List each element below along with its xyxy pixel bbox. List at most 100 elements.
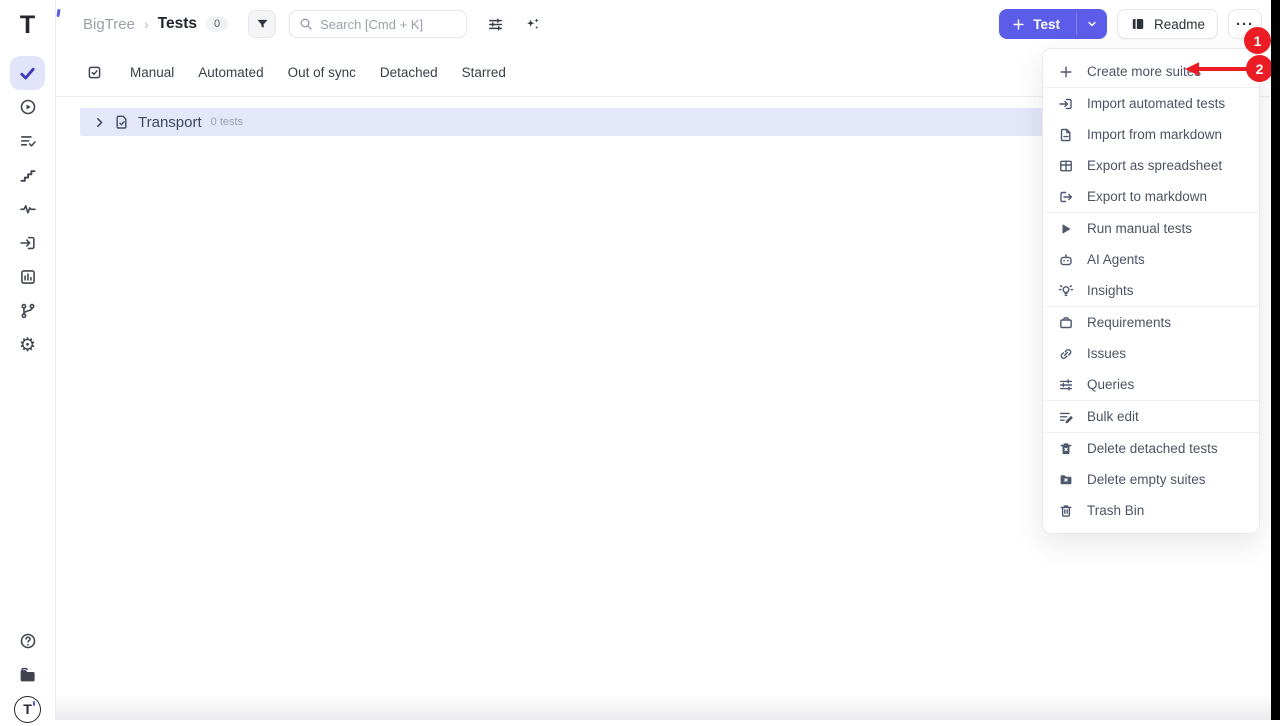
create-test-button[interactable]: Test: [999, 9, 1107, 39]
menu-label: Bulk edit: [1087, 409, 1139, 424]
box-arrow-in-icon: [1058, 96, 1074, 112]
create-test-main[interactable]: Test: [999, 9, 1076, 39]
app-logo[interactable]: T: [0, 8, 55, 42]
expand-chevron-icon[interactable]: [93, 116, 106, 129]
trash-x-icon: [1058, 441, 1074, 457]
sidebar-item-branches[interactable]: [10, 294, 45, 328]
sidebar-item-settings[interactable]: ⚙: [10, 328, 45, 362]
ai-assist-button[interactable]: [524, 16, 541, 33]
suite-doc-icon: [114, 114, 130, 130]
sidebar-item-analytics[interactable]: [10, 260, 45, 294]
menu-item-export-as-spreadsheet[interactable]: Export as spreadsheet: [1043, 150, 1259, 181]
tab-out-of-sync[interactable]: Out of sync: [288, 65, 356, 80]
topbar: BigTree › Tests 0 Test: [56, 0, 1280, 48]
markdown-file-icon: [1058, 127, 1074, 143]
bar-chart-icon: [19, 268, 37, 286]
menu-item-bulk-edit[interactable]: Bulk edit: [1043, 401, 1259, 432]
sidebar: T ⚙: [0, 0, 56, 720]
menu-label: Queries: [1087, 377, 1134, 392]
topbar-actions: Test Readme ···: [999, 9, 1262, 39]
menu-item-delete-empty-suites[interactable]: Delete empty suites: [1043, 464, 1259, 495]
filter-button[interactable]: [248, 10, 276, 38]
suite-row-transport[interactable]: Transport 0 tests: [80, 108, 1042, 136]
funnel-icon: [255, 17, 270, 32]
menu-label: Requirements: [1087, 315, 1171, 330]
menu-label: Export to markdown: [1087, 189, 1207, 204]
git-branch-icon: [19, 302, 37, 320]
search-icon: [298, 16, 314, 32]
spreadsheet-icon: [1058, 158, 1074, 174]
annotation-arrow: [1184, 61, 1248, 77]
sidebar-item-projects[interactable]: [10, 658, 45, 692]
play-circle-icon: [19, 98, 37, 116]
menu-item-export-to-markdown[interactable]: Export to markdown: [1043, 181, 1259, 212]
lightbulb-icon: [1058, 283, 1074, 299]
menu-item-issues[interactable]: Issues: [1043, 338, 1259, 369]
briefcase-icon: [1058, 315, 1074, 331]
avatar-letter: T: [23, 701, 32, 717]
sidebar-item-activity[interactable]: [10, 192, 45, 226]
box-arrow-out-icon: [1058, 189, 1074, 205]
menu-item-ai-agents[interactable]: AI Agents: [1043, 244, 1259, 275]
sidebar-item-tests[interactable]: [10, 56, 45, 90]
menu-label: Import from markdown: [1087, 127, 1222, 142]
select-all-button[interactable]: [86, 64, 103, 81]
screen-edge-strip: [1271, 0, 1280, 720]
select-all-icon: [86, 64, 103, 81]
adjustments-icon: [487, 16, 504, 33]
menu-label: Import automated tests: [1087, 96, 1225, 111]
menu-label: Delete empty suites: [1087, 472, 1206, 487]
menu-label: Insights: [1087, 283, 1134, 298]
menu-item-requirements[interactable]: Requirements: [1043, 307, 1259, 338]
readme-label: Readme: [1154, 17, 1205, 32]
sidebar-bottom: T: [10, 624, 45, 726]
search-input[interactable]: [289, 10, 467, 38]
suite-meta: 0 tests: [211, 116, 243, 128]
folder-x-icon: [1058, 472, 1074, 488]
sidebar-item-help[interactable]: [10, 624, 45, 658]
suite-name: Transport: [138, 114, 202, 131]
breadcrumb-project[interactable]: BigTree: [83, 16, 135, 33]
tab-manual[interactable]: Manual: [130, 65, 174, 80]
breadcrumb: BigTree › Tests 0: [83, 15, 228, 33]
annotation-step-2-badge: 2: [1246, 55, 1273, 82]
account-avatar: T: [14, 696, 41, 723]
sidebar-item-runs[interactable]: [10, 90, 45, 124]
menu-item-delete-detached-tests[interactable]: Delete detached tests: [1043, 433, 1259, 464]
trash-icon: [1058, 503, 1074, 519]
menu-item-import-from-markdown[interactable]: Import from markdown: [1043, 119, 1259, 150]
menu-item-run-manual-tests[interactable]: Run manual tests: [1043, 213, 1259, 244]
sidebar-item-account[interactable]: T: [10, 692, 45, 726]
gear-icon: ⚙: [19, 336, 36, 355]
sidebar-item-steps[interactable]: [10, 158, 45, 192]
play-icon: [1058, 221, 1074, 237]
tab-detached[interactable]: Detached: [380, 65, 438, 80]
pulse-icon: [19, 200, 37, 218]
bulk-edit-icon: [1058, 409, 1074, 425]
search-box: [289, 10, 467, 38]
tab-starred[interactable]: Starred: [462, 65, 506, 80]
projects-folder-icon: [18, 666, 37, 685]
menu-item-import-automated-tests[interactable]: Import automated tests: [1043, 88, 1259, 119]
tests-count-badge: 0: [206, 16, 228, 32]
menu-label: Trash Bin: [1087, 503, 1144, 518]
menu-item-insights[interactable]: Insights: [1043, 275, 1259, 306]
page-title: Tests: [158, 15, 197, 33]
more-actions-menu: Create more suites Import automated test…: [1042, 48, 1260, 534]
plus-icon: [1058, 64, 1074, 80]
robot-icon: [1058, 252, 1074, 268]
menu-item-queries[interactable]: Queries: [1043, 369, 1259, 400]
create-test-dropdown[interactable]: [1077, 9, 1107, 39]
menu-item-trash-bin[interactable]: Trash Bin: [1043, 495, 1259, 526]
logo-letter: T: [20, 13, 35, 38]
readme-button[interactable]: Readme: [1117, 9, 1218, 39]
tests-check-icon: [18, 64, 37, 83]
view-settings-button[interactable]: [487, 16, 504, 33]
sidebar-nav: ⚙: [10, 56, 45, 362]
sidebar-item-import[interactable]: [10, 226, 45, 260]
menu-label: Delete detached tests: [1087, 441, 1218, 456]
menu-label: Run manual tests: [1087, 221, 1192, 236]
sparkles-icon: [524, 16, 541, 33]
tab-automated[interactable]: Automated: [198, 65, 263, 80]
sidebar-item-plans[interactable]: [10, 124, 45, 158]
